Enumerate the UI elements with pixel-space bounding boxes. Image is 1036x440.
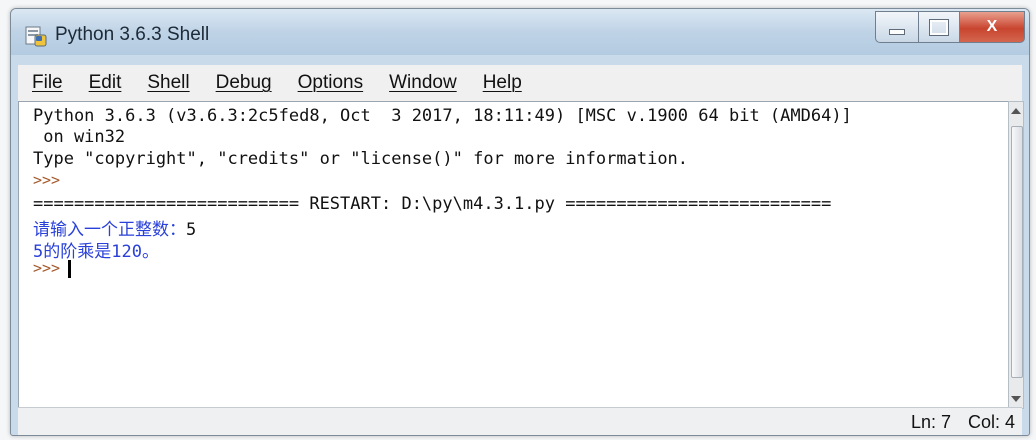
maximize-button[interactable]	[919, 11, 960, 43]
banner-line-1: Python 3.6.3 (v3.6.3:2c5fed8, Oct 3 2017…	[33, 106, 852, 126]
status-bar: Ln: 7 Col: 4	[18, 407, 1022, 435]
menu-options[interactable]: Options	[298, 72, 363, 94]
menu-edit[interactable]: Edit	[89, 72, 122, 94]
scroll-thumb[interactable]	[1011, 126, 1023, 378]
banner-line-3: Type "copyright", "credits" or "license(…	[33, 149, 689, 169]
minimize-button[interactable]	[875, 11, 919, 43]
status-column-number: Col: 4	[968, 412, 1016, 432]
shell-prompt-2: >>>	[33, 259, 61, 277]
window-title: Python 3.6.3 Shell	[55, 24, 210, 45]
idle-shell-window: Python 3.6.3 Shell X File Edit Shell Deb…	[10, 8, 1030, 436]
window-controls: X	[875, 11, 1025, 43]
scroll-down-arrow-icon[interactable]	[1011, 396, 1021, 402]
menu-shell[interactable]: Shell	[147, 72, 189, 94]
restart-line: ========================== RESTART: D:\p…	[33, 194, 832, 214]
close-icon: X	[986, 18, 998, 35]
title-bar[interactable]: Python 3.6.3 Shell X	[11, 9, 1029, 55]
shell-text-area[interactable]: Python 3.6.3 (v3.6.3:2c5fed8, Oct 3 2017…	[18, 101, 1010, 409]
minimize-icon	[889, 29, 905, 35]
scroll-up-arrow-icon[interactable]	[1011, 108, 1021, 114]
input-value: 5	[186, 220, 197, 240]
vertical-scrollbar[interactable]	[1008, 101, 1024, 409]
close-button[interactable]: X	[960, 11, 1025, 43]
shell-prompt-1: >>>	[33, 171, 61, 189]
current-prompt-line: >>>	[33, 259, 72, 278]
menu-debug[interactable]: Debug	[216, 72, 272, 94]
menu-bar: File Edit Shell Debug Options Window Hel…	[18, 65, 1022, 101]
status-line-number: Ln: 7	[911, 412, 952, 432]
menu-window[interactable]: Window	[389, 72, 457, 94]
text-cursor	[68, 259, 72, 278]
menu-help[interactable]: Help	[483, 72, 522, 94]
menu-file[interactable]: File	[32, 72, 63, 94]
maximize-icon	[929, 18, 949, 36]
python-idle-icon	[25, 26, 47, 47]
banner-line-2: on win32	[33, 127, 126, 147]
